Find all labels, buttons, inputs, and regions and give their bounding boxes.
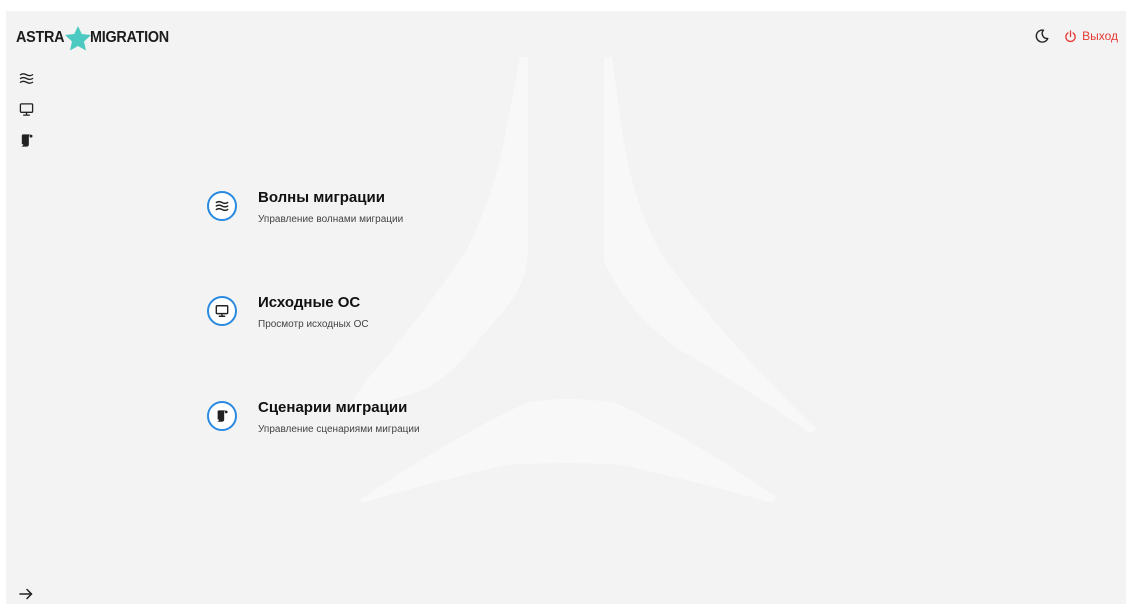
app-window: ASTRA MIGRATION Выход Волны миграции Упр… <box>6 11 1126 604</box>
menu-card-migration-scenarios[interactable]: Сценарии миграции Управление сценариями … <box>207 397 527 457</box>
card-title: Волны миграции <box>258 189 385 206</box>
card-description: Управление сценариями миграции <box>258 424 420 435</box>
waves-icon <box>215 200 229 212</box>
star-icon <box>64 26 91 51</box>
background-star-watermark <box>344 57 816 503</box>
scroll-icon <box>21 134 33 147</box>
card-description: Просмотр исходных ОС <box>258 319 369 330</box>
scroll-icon <box>217 410 228 422</box>
sidebar-item-waves[interactable] <box>6 63 46 94</box>
moon-icon[interactable] <box>1034 28 1050 44</box>
power-icon <box>1065 29 1076 42</box>
header-actions: Выход <box>1034 28 1118 44</box>
logo-text-astra: ASTRA <box>16 29 65 46</box>
card-title: Сценарии миграции <box>258 399 408 416</box>
card-description: Управление волнами миграции <box>258 214 404 225</box>
card-icon-circle <box>207 191 237 221</box>
arrow-right-icon[interactable] <box>18 586 34 602</box>
sidebar-item-source-os[interactable] <box>6 94 46 125</box>
logo-text-migration: MIGRATION <box>89 29 169 46</box>
menu-card-source-os[interactable]: Исходные ОС Просмотр исходных ОС <box>207 292 527 352</box>
logout-button[interactable]: Выход <box>1064 29 1118 43</box>
waves-icon <box>19 73 34 84</box>
card-title: Исходные ОС <box>258 294 361 311</box>
card-icon-circle <box>207 401 237 431</box>
sidebar <box>6 63 46 156</box>
sidebar-item-scenarios[interactable] <box>6 125 46 156</box>
logout-label: Выход <box>1082 29 1118 43</box>
menu-card-migration-waves[interactable]: Волны миграции Управление волнами миграц… <box>207 187 527 247</box>
monitor-icon <box>19 103 34 116</box>
app-logo[interactable]: ASTRA MIGRATION <box>16 25 177 51</box>
top-bar: ASTRA MIGRATION Выход <box>6 11 1126 61</box>
card-icon-circle <box>207 296 237 326</box>
monitor-icon <box>215 305 229 317</box>
